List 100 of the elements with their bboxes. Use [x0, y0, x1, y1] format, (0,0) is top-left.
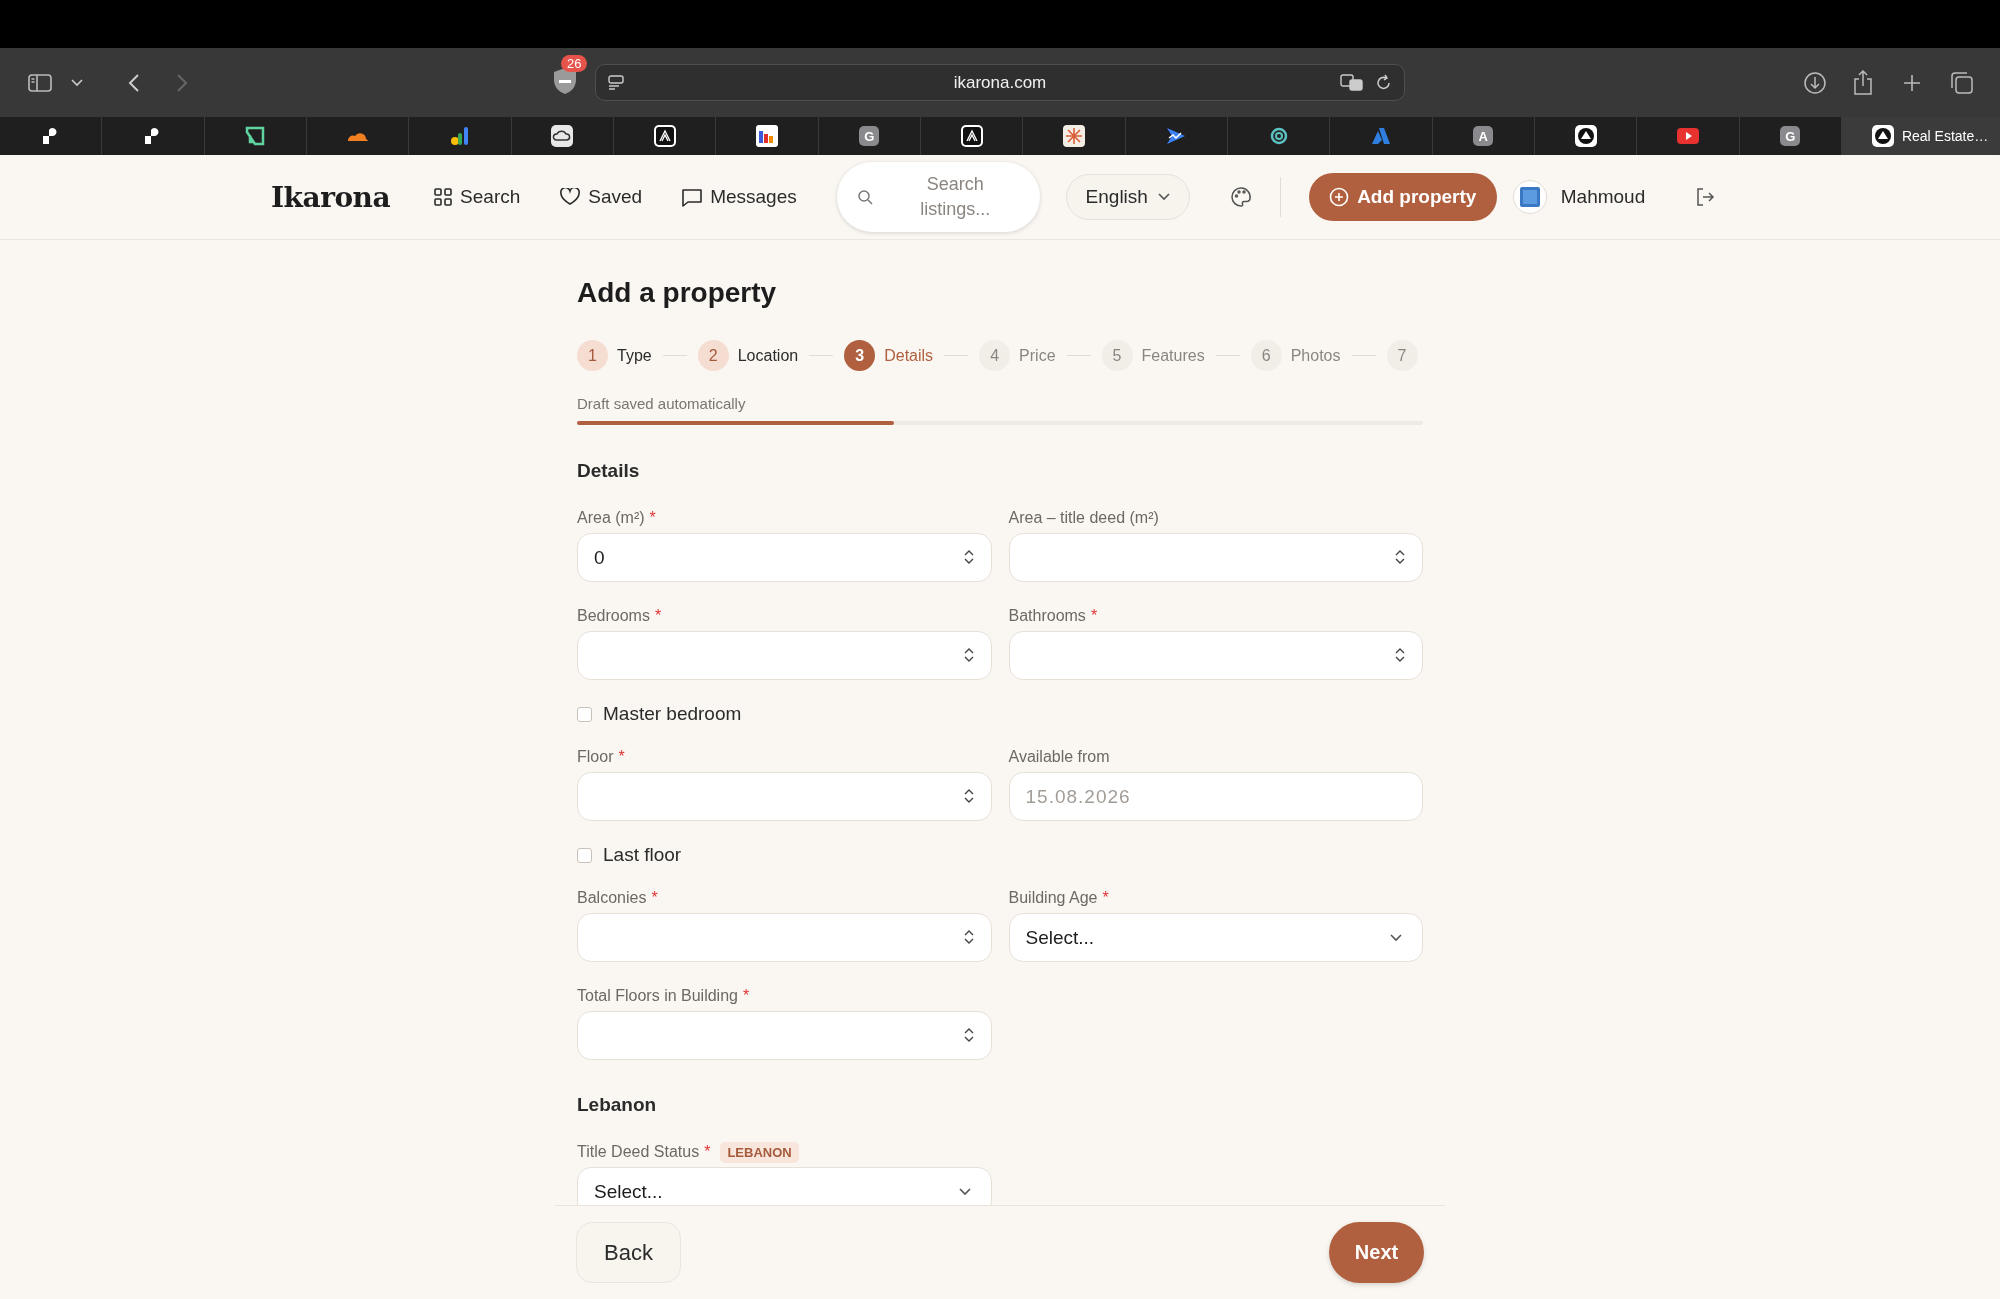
date-field[interactable]: 15.08.2026	[1008, 772, 1423, 821]
draft-note: Draft saved automatically	[577, 395, 747, 413]
chevron-down-icon	[1157, 193, 1170, 201]
user-name: Mahmoud	[1560, 186, 1646, 208]
checkbox[interactable]	[577, 706, 592, 722]
language-dropdown[interactable]: English	[1065, 174, 1190, 220]
checkbox[interactable]	[577, 847, 592, 863]
peak-icon	[1370, 126, 1391, 146]
field-label: Building Age *	[1008, 889, 1109, 907]
nav-link[interactable]: Search	[434, 186, 521, 208]
logo: Ikarona	[271, 180, 391, 214]
chart-icon	[449, 126, 470, 146]
number-field[interactable]	[577, 772, 992, 821]
field-label: Bathrooms *	[1008, 607, 1098, 625]
chart-icon	[755, 125, 778, 147]
reload-icon[interactable]	[1376, 73, 1392, 92]
stepper-icon	[963, 929, 974, 945]
field-label: Title Deed Status *	[577, 1143, 711, 1161]
region-tag: LEBANON	[720, 1141, 799, 1163]
stepper-icon	[963, 1027, 974, 1043]
number-field[interactable]	[577, 1011, 992, 1060]
tab-title: Real Estate…	[1901, 128, 1989, 144]
plus-circle-icon	[1329, 187, 1350, 207]
number-field[interactable]: 0	[577, 533, 992, 582]
chevron-down-icon	[1390, 933, 1402, 942]
address-bar[interactable]: ikarona.com	[595, 64, 1405, 101]
share-icon[interactable]	[1853, 69, 1873, 96]
nav-link[interactable]: Messages	[682, 186, 797, 208]
reader-icon	[608, 74, 626, 91]
translate-icon[interactable]	[1340, 73, 1364, 92]
nav-link[interactable]: Saved	[560, 186, 643, 208]
new-tab-icon[interactable]	[1902, 72, 1922, 93]
chat-icon	[682, 187, 703, 207]
stepper-icon	[963, 647, 974, 663]
avatar[interactable]	[1512, 180, 1547, 214]
chevron-down-icon	[958, 1187, 971, 1196]
step-number[interactable]: 4	[979, 340, 1011, 371]
section-title: Details	[577, 461, 641, 481]
cloud-icon	[551, 125, 574, 147]
address-text: ikarona.com	[953, 72, 1047, 93]
letter-icon: A	[1473, 126, 1494, 146]
chevron-down-icon	[71, 78, 83, 87]
field-label: Total Floors in Building *	[577, 987, 750, 1005]
stepper-icon	[963, 549, 974, 565]
step-label[interactable]: Price	[1019, 346, 1056, 365]
step-label[interactable]: Location	[737, 346, 799, 365]
field-label: Available from	[1008, 748, 1110, 766]
play-icon	[1676, 128, 1699, 144]
sidebar-icon[interactable]	[28, 73, 52, 92]
step-label[interactable]: Details	[884, 346, 934, 365]
letter-icon: G	[1780, 126, 1801, 146]
number-field[interactable]	[577, 631, 992, 680]
step-number[interactable]: 6	[1250, 340, 1282, 371]
grid-icon	[434, 188, 453, 206]
page-title: Add a property	[577, 276, 778, 310]
next-button[interactable]: Next	[1329, 1222, 1424, 1283]
step-number[interactable]: 5	[1101, 340, 1133, 371]
step-label[interactable]: Features	[1141, 346, 1205, 365]
field-label: Balconies *	[577, 889, 658, 907]
triangle-icon	[1871, 125, 1894, 147]
browser-tab[interactable]: Real Estate…	[1841, 117, 2000, 155]
stepper-icon	[1395, 647, 1405, 663]
field-label: Floor *	[577, 748, 625, 766]
logo-icon	[960, 125, 983, 147]
letter-icon: G	[859, 126, 880, 146]
back-icon[interactable]	[128, 72, 140, 93]
add-property-button[interactable]: Add property	[1308, 173, 1497, 221]
count-badge: 26	[561, 54, 588, 72]
select-field[interactable]: Select...	[577, 1167, 992, 1205]
section-title: Lebanon	[577, 1095, 658, 1115]
search-field[interactable]: Search listings...	[836, 162, 1040, 232]
stepper-icon	[1395, 549, 1405, 565]
field-label: Area – title deed (m²)	[1008, 509, 1159, 527]
stepper-icon	[963, 788, 974, 804]
palette-icon[interactable]	[1229, 186, 1252, 208]
step-number[interactable]: 3	[844, 340, 876, 371]
back-button[interactable]: Back	[576, 1222, 681, 1283]
step-number[interactable]: 1	[577, 340, 608, 371]
checkbox-label: Master bedroom	[603, 703, 742, 725]
select-field[interactable]: Select...	[1008, 913, 1423, 962]
search-icon	[856, 189, 873, 205]
ring-icon	[1268, 126, 1289, 146]
number-field[interactable]	[577, 913, 992, 962]
shield-icon[interactable]	[553, 66, 577, 95]
spark-icon	[1062, 125, 1085, 147]
checkbox-label: Last floor	[603, 844, 682, 866]
triangle-icon	[1574, 125, 1597, 147]
tabs-overview-icon[interactable]	[1950, 70, 1974, 95]
step-number[interactable]: 2	[697, 340, 729, 371]
number-field[interactable]	[1008, 631, 1423, 680]
field-label: Bedrooms *	[577, 607, 662, 625]
logout-icon[interactable]	[1695, 187, 1716, 207]
logo-icon	[653, 125, 676, 147]
step-number[interactable]: 7	[1386, 340, 1418, 371]
heart-icon	[560, 188, 581, 206]
step-label[interactable]: Type	[617, 346, 652, 365]
step-label[interactable]: Photos	[1290, 346, 1341, 365]
number-field[interactable]	[1008, 533, 1423, 582]
field-label: Area (m²) *	[577, 509, 656, 527]
download-icon[interactable]	[1803, 70, 1827, 95]
